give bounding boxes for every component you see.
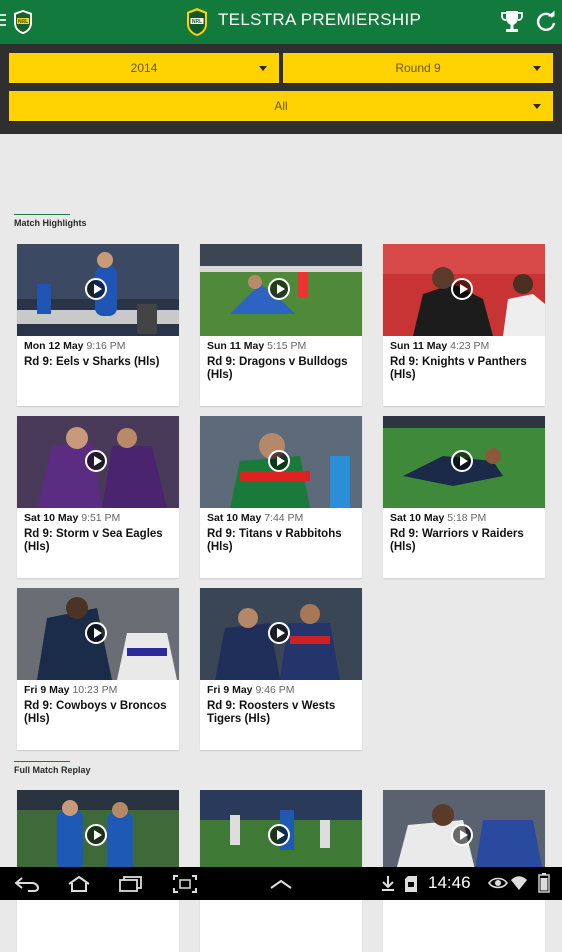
svg-text:NRL: NRL [192, 19, 202, 25]
card-title: Rd 9: Cowboys v Broncos (Hls) [24, 700, 167, 725]
video-card[interactable]: Sun 11 May 5:15 PM Rd 9: Dragons v Bulld… [200, 244, 362, 406]
card-day: Fri 9 May [24, 684, 70, 696]
status-clock: 14:46 [428, 873, 471, 892]
card-time: 9:51 PM [81, 512, 121, 524]
video-card[interactable]: Mon 12 May 9:16 PM Rd 9: Eels v Sharks (… [17, 244, 179, 406]
video-thumbnail[interactable] [17, 244, 179, 336]
app-header: NRL NRL TELSTRA PREMIERSHIP [0, 0, 562, 44]
round-value: Round 9 [395, 61, 441, 75]
download-icon [382, 876, 394, 891]
card-title: Rd 9: Dragons v Bulldogs (Hls) [207, 356, 348, 381]
nrl-logo[interactable]: NRL [12, 9, 34, 35]
section-title-replay: Full Match Replay [14, 765, 91, 775]
recent-apps-icon[interactable] [118, 876, 144, 892]
back-icon[interactable] [14, 876, 40, 892]
play-icon[interactable] [268, 450, 290, 472]
card-time: 5:15 PM [267, 340, 307, 352]
card-title: Rd 9: Eels v Sharks (Hls) [24, 356, 160, 368]
section-rule [14, 214, 70, 215]
card-title: Rd 9: Roosters v Wests Tigers (Hls) [207, 700, 336, 725]
play-icon[interactable] [451, 824, 473, 846]
card-title: Rd 9: Storm v Sea Eagles (Hls) [24, 528, 163, 553]
filter-bar: 2014 Round 9 All [0, 44, 562, 134]
play-icon[interactable] [85, 622, 107, 644]
play-icon[interactable] [268, 824, 290, 846]
card-day: Mon 12 May [24, 340, 84, 352]
video-thumbnail[interactable] [383, 244, 545, 336]
chevron-down-icon [533, 104, 541, 109]
card-time: 9:46 PM [255, 684, 295, 696]
trophy-icon[interactable] [500, 9, 524, 35]
play-icon[interactable] [85, 450, 107, 472]
home-icon[interactable] [66, 875, 92, 893]
card-time: 5:18 PM [447, 512, 487, 524]
menu-icon[interactable] [0, 14, 6, 29]
card-time: 10:23 PM [72, 684, 118, 696]
video-card[interactable]: Fri 9 May 10:23 PM Rd 9: Cowboys v Bronc… [17, 588, 179, 750]
season-value: 2014 [130, 61, 158, 75]
play-icon[interactable] [85, 278, 107, 300]
video-card[interactable]: Fri 9 May 9:46 PM Rd 9: Roosters v Wests… [200, 588, 362, 750]
section-title-highlights: Match Highlights [14, 218, 87, 228]
round-dropdown[interactable]: Round 9 [283, 53, 553, 83]
card-time: 9:16 PM [86, 340, 126, 352]
card-time: 7:44 PM [264, 512, 304, 524]
video-thumbnail[interactable] [17, 588, 179, 680]
season-dropdown[interactable]: 2014 [9, 53, 279, 83]
wifi-icon [511, 876, 527, 890]
refresh-icon[interactable] [535, 10, 557, 32]
team-value: All [274, 99, 288, 113]
video-card[interactable]: Sun 11 May 4:23 PM Rd 9: Knights v Panth… [383, 244, 545, 406]
play-icon[interactable] [85, 824, 107, 846]
video-thumbnail[interactable] [17, 416, 179, 508]
play-icon[interactable] [268, 278, 290, 300]
play-icon[interactable] [268, 622, 290, 644]
chevron-down-icon [259, 66, 267, 71]
screenshot-icon[interactable] [172, 874, 198, 894]
card-day: Sat 10 May [24, 512, 79, 524]
section-rule [14, 761, 70, 762]
play-icon[interactable] [451, 278, 473, 300]
system-navigation-bar: 14:46 [0, 867, 562, 900]
eye-icon [488, 877, 508, 889]
video-card[interactable]: Sat 10 May 7:44 PM Rd 9: Titans v Rabbit… [200, 416, 362, 578]
page-title: TELSTRA PREMIERSHIP [218, 10, 422, 29]
video-thumbnail[interactable] [200, 416, 362, 508]
telstra-premiership-logo: NRL [187, 8, 207, 36]
up-chevron-icon[interactable] [268, 878, 294, 890]
sd-card-icon [405, 876, 417, 892]
card-day: Fri 9 May [207, 684, 253, 696]
battery-icon [538, 873, 550, 893]
card-title: Rd 9: Titans v Rabbitohs (Hls) [207, 528, 342, 553]
card-day: Sun 11 May [207, 340, 265, 352]
video-thumbnail[interactable] [200, 244, 362, 336]
chevron-down-icon [533, 66, 541, 71]
card-title: Rd 9: Knights v Panthers (Hls) [390, 356, 527, 381]
card-day: Sat 10 May [390, 512, 445, 524]
video-thumbnail[interactable] [383, 416, 545, 508]
card-day: Sun 11 May [390, 340, 448, 352]
play-icon[interactable] [451, 450, 473, 472]
svg-text:NRL: NRL [18, 19, 28, 25]
video-card[interactable]: Sat 10 May 9:51 PM Rd 9: Storm v Sea Eag… [17, 416, 179, 578]
card-time: 4:23 PM [450, 340, 490, 352]
card-day: Sat 10 May [207, 512, 262, 524]
team-dropdown[interactable]: All [9, 91, 553, 121]
video-card[interactable]: Sat 10 May 5:18 PM Rd 9: Warriors v Raid… [383, 416, 545, 578]
card-title: Rd 9: Warriors v Raiders (Hls) [390, 528, 524, 553]
video-thumbnail[interactable] [200, 588, 362, 680]
